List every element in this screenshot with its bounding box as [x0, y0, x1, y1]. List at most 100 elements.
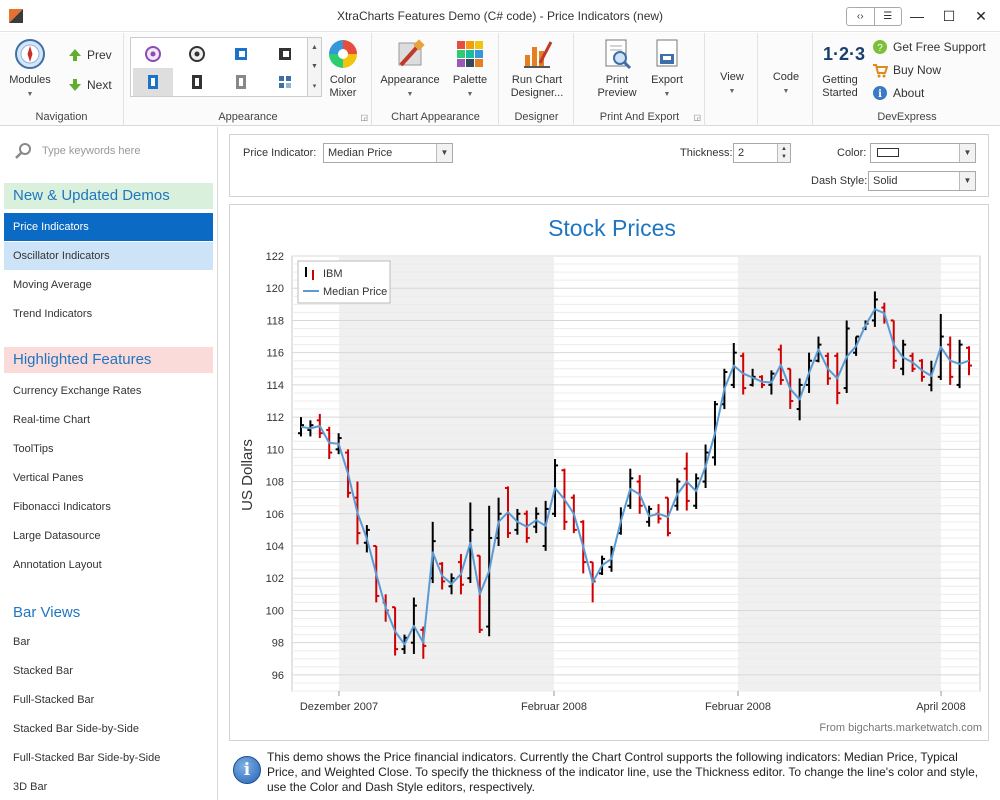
ribbon-group-print-export: Print Preview Export ▼ Print And Export ◲	[575, 33, 705, 126]
palette-grid-icon	[457, 41, 483, 67]
navigation-group-label: Navigation	[35, 111, 88, 123]
palette-button[interactable]: Palette ▼	[443, 37, 497, 101]
export-disk-icon	[656, 39, 678, 67]
about-button[interactable]: i About	[872, 83, 924, 103]
dialog-launcher-icon[interactable]: ◲	[693, 113, 701, 122]
prev-button[interactable]: Prev	[68, 45, 112, 65]
chevron-down-icon[interactable]: ▼	[436, 144, 452, 162]
price-indicator-combo[interactable]: Median Price ▼	[323, 143, 453, 163]
x-tick-label: Februar 2008	[705, 701, 771, 713]
ribbon-group-chart-appearance: Appearance ▼ Palette ▼ Chart Appearance	[373, 33, 499, 126]
ribbon: Modules ▼ Prev Next Navigation ▲ ▼ ▾ Col…	[0, 33, 1000, 126]
nav-item-bar[interactable]: Bar	[4, 628, 213, 656]
svg-text:?: ?	[877, 43, 883, 54]
ribbon-group-designer: Run Chart Designer... Designer	[500, 33, 574, 126]
appearance-group-label: Appearance	[218, 111, 278, 123]
arrow-down-icon	[69, 79, 81, 91]
sidebar: Type keywords here New & Updated Demos P…	[0, 127, 218, 800]
cart-icon	[873, 64, 888, 78]
style-theme-8-icon[interactable]	[265, 68, 305, 96]
y-tick-label: 100	[266, 605, 284, 617]
style-theme-7-icon[interactable]	[221, 68, 261, 96]
color-swatch	[877, 148, 899, 157]
title-tool-buttons: ‹› ☰	[846, 7, 902, 26]
ribbon-group-code: Code ▼	[759, 33, 813, 126]
y-tick-label: 118	[266, 315, 284, 327]
stock-chart[interactable]: 96 98 100 102 104 106 108 110 112 114 116 118 120 122…	[230, 205, 988, 740]
getting-started-icon: 1·2·3	[823, 44, 866, 64]
legend-ibm-label: IBM	[323, 268, 343, 280]
y-tick-label: 96	[272, 670, 284, 682]
next-button[interactable]: Next	[68, 75, 112, 95]
code-view-icon[interactable]: ‹›	[847, 8, 875, 25]
thickness-value: 2	[738, 147, 745, 159]
run-chart-designer-button[interactable]: Run Chart Designer...	[502, 37, 572, 100]
export-button[interactable]: Export ▼	[637, 37, 697, 101]
ribbon-group-navigation: Modules ▼ Prev Next Navigation	[0, 33, 124, 126]
arrow-up-icon	[69, 49, 81, 61]
getting-started-button[interactable]: 1·2·3 Getting Started	[814, 37, 866, 100]
style-theme-6-icon[interactable]	[177, 68, 217, 96]
dialog-launcher-icon[interactable]: ◲	[360, 113, 368, 122]
style-gallery[interactable]	[130, 37, 308, 97]
maximize-button[interactable]: ☐	[934, 6, 964, 26]
style-theme-2-icon[interactable]	[177, 40, 217, 68]
get-free-support-button[interactable]: ? Get Free Support	[872, 37, 986, 57]
chevron-down-icon[interactable]: ▼	[959, 144, 975, 162]
legend-median-label: Median Price	[323, 286, 387, 298]
buy-now-button[interactable]: Buy Now	[872, 60, 941, 80]
close-button[interactable]: ✕	[966, 6, 996, 26]
nav-item-currency[interactable]: Currency Exchange Rates	[4, 377, 213, 405]
thickness-spin-editor[interactable]: 2 ▲ ▼	[733, 143, 791, 163]
nav-item-large-datasource[interactable]: Large Datasource	[4, 522, 213, 550]
nav-item-oscillator-indicators[interactable]: Oscillator Indicators	[4, 242, 213, 270]
nav-item-3d-bar[interactable]: 3D Bar	[4, 773, 213, 800]
search-placeholder: Type keywords here	[42, 145, 141, 157]
chart-appearance-group-label: Chart Appearance	[391, 111, 480, 123]
search-box[interactable]: Type keywords here	[6, 137, 212, 165]
brush-icon	[398, 39, 425, 67]
y-tick-label: 98	[272, 638, 284, 650]
info-bar: i This demo shows the Price financial in…	[229, 746, 989, 798]
y-tick-label: 106	[266, 509, 284, 521]
minimize-button[interactable]: —	[902, 6, 932, 26]
appearance-button[interactable]: Appearance ▼	[377, 37, 443, 101]
nav-item-stacked-bar-sbs[interactable]: Stacked Bar Side-by-Side	[4, 715, 213, 743]
section-bar-views: Bar Views	[13, 604, 81, 621]
devexpress-group-label: DevExpress	[877, 111, 937, 123]
section-new-updated: New & Updated Demos	[4, 183, 213, 209]
nav-item-realtime[interactable]: Real-time Chart	[4, 406, 213, 434]
y-tick-label: 120	[266, 283, 284, 295]
nav-item-full-stacked-bar-sbs[interactable]: Full-Stacked Bar Side-by-Side	[4, 744, 213, 772]
style-theme-1-icon[interactable]	[133, 40, 173, 68]
modules-button[interactable]: Modules ▼	[0, 37, 60, 101]
style-theme-3-icon[interactable]	[221, 40, 261, 68]
designer-group-label: Designer	[514, 111, 559, 123]
chart-legend: IBM Median Price	[297, 260, 391, 304]
support-icon: ?	[873, 40, 887, 54]
doc-view-icon[interactable]: ☰	[875, 8, 902, 25]
spin-buttons-icon[interactable]: ▲ ▼	[777, 144, 790, 162]
nav-item-price-indicators[interactable]: Price Indicators	[4, 213, 213, 241]
view-button[interactable]: View ▼	[706, 71, 758, 98]
nav-item-moving-average[interactable]: Moving Average	[4, 271, 213, 299]
print-preview-icon	[605, 39, 632, 70]
nav-item-annotation-layout[interactable]: Annotation Layout	[4, 551, 213, 579]
thickness-label: Thickness:	[680, 147, 733, 159]
section-highlighted: Highlighted Features	[4, 347, 213, 373]
nav-item-stacked-bar[interactable]: Stacked Bar	[4, 657, 213, 685]
nav-item-vertical-panes[interactable]: Vertical Panes	[4, 464, 213, 492]
nav-item-trend-indicators[interactable]: Trend Indicators	[4, 300, 213, 328]
code-button[interactable]: Code ▼	[759, 71, 813, 98]
color-combo[interactable]: ▼	[870, 143, 976, 163]
style-theme-4-icon[interactable]	[265, 40, 305, 68]
nav-item-tooltips[interactable]: ToolTips	[4, 435, 213, 463]
style-theme-5-icon[interactable]	[133, 68, 173, 96]
nav-item-full-stacked-bar[interactable]: Full-Stacked Bar	[4, 686, 213, 714]
nav-item-fibonacci[interactable]: Fibonacci Indicators	[4, 493, 213, 521]
dash-style-combo[interactable]: Solid ▼	[868, 171, 976, 191]
x-tick-label: Dezember 2007	[300, 701, 378, 713]
color-mixer-button[interactable]: Color Mixer	[315, 37, 371, 100]
compass-icon	[15, 39, 45, 69]
chevron-down-icon[interactable]: ▼	[959, 172, 975, 190]
